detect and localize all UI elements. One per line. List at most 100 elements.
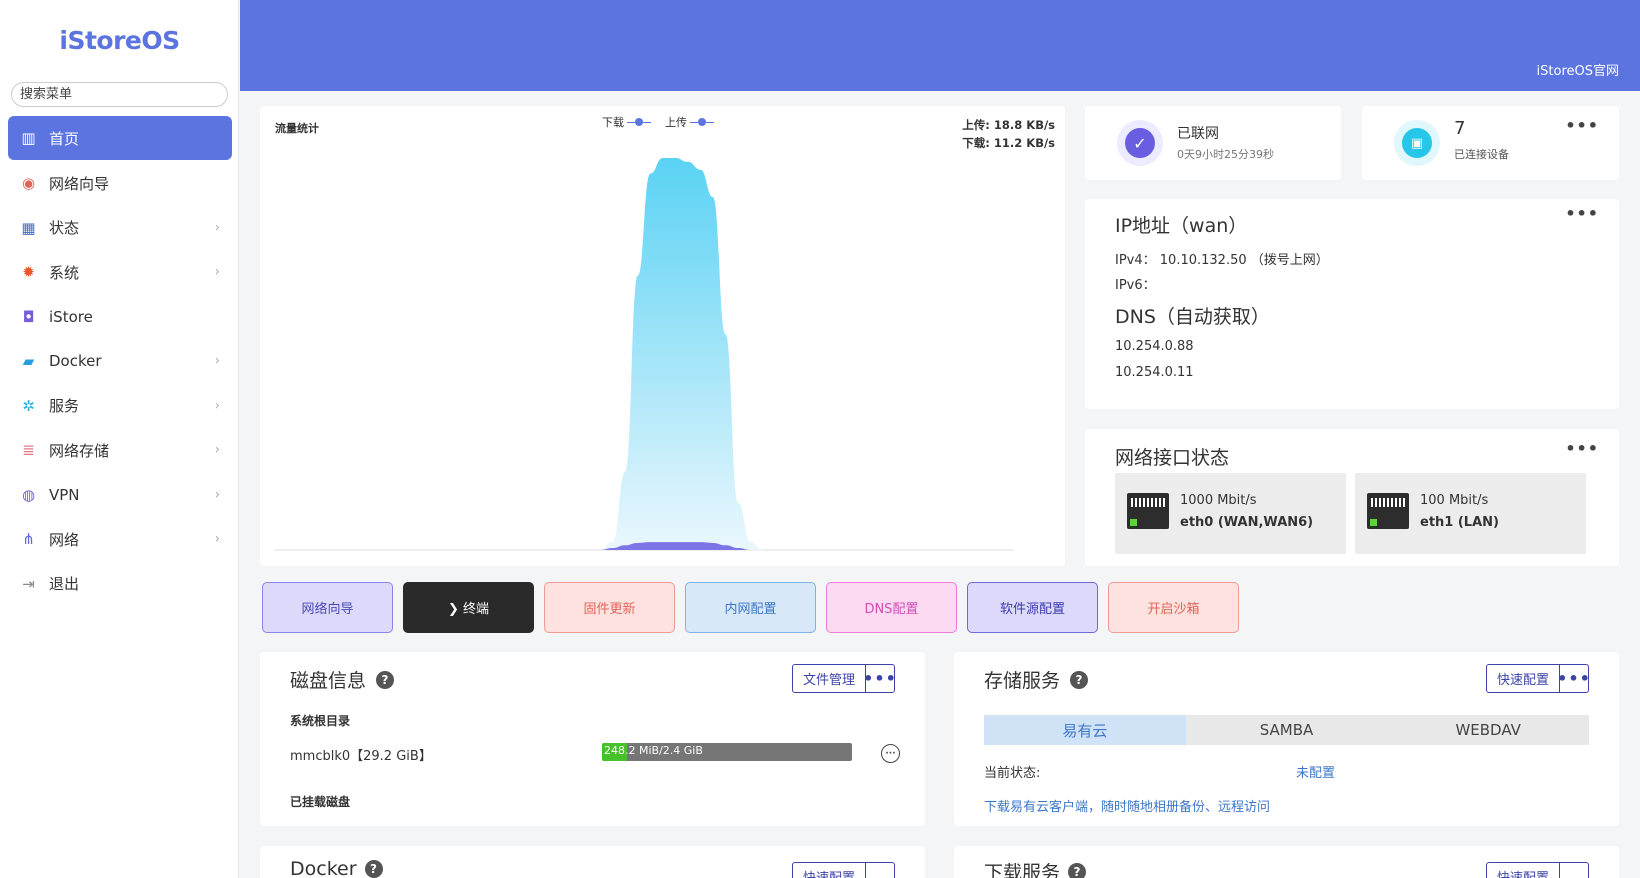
disk-options-icon[interactable]: ··· [881, 744, 900, 763]
port-eth1[interactable]: 100 Mbit/s eth1 (LAN) [1355, 473, 1586, 554]
vpn-icon: ◍ [21, 485, 36, 504]
download-title: 下载服务 [984, 862, 1061, 878]
connection-status: 已联网 [1177, 126, 1219, 142]
sidebar-item-label: 网络 [49, 530, 80, 549]
current-status-label: 当前状态: [984, 766, 1041, 781]
devices-count: 7 [1454, 118, 1466, 139]
disk-more-button[interactable]: ••• [863, 665, 896, 692]
app-logo[interactable]: iStoreOS [0, 26, 239, 55]
disk-actions: 文件管理 ••• [791, 664, 896, 693]
sidebar-item-0[interactable]: ▥ 首页 [8, 116, 232, 160]
tab-webdav[interactable]: WEBDAV [1387, 715, 1589, 745]
help-icon[interactable]: ? [364, 860, 383, 878]
port-eth0[interactable]: 1000 Mbit/s eth0 (WAN,WAN6) [1115, 473, 1346, 554]
docker-more-button[interactable] [865, 863, 894, 878]
sidebar-menu: ▥ 首页 ◉ 网络向导 ▦ 状态 › ✹ 系统 › ◘ iStore ▰ Docker › ✲ 服务 › ≣ 网络存储… [8, 116, 232, 606]
disk-device: mmcblk0【29.2 GiB】 [290, 749, 432, 764]
official-site-link[interactable]: iStoreOS官网 [1537, 60, 1619, 79]
download-service-card: 下载服务? 快速配置 [954, 846, 1619, 878]
ip-more-icon[interactable]: ••• [1565, 204, 1599, 223]
quick-button-1[interactable]: ❯ 终端 [403, 582, 534, 633]
upload-rate: 上传: 18.8 KB/s [962, 118, 1055, 132]
help-icon[interactable]: ? [1068, 862, 1087, 878]
not-configured-link[interactable]: 未配置 [1296, 762, 1335, 781]
mounted-disk-label: 已挂载磁盘 [290, 795, 351, 809]
sidebar-item-8[interactable]: ◍ VPN › [8, 473, 232, 518]
sidebar-item-2[interactable]: ▦ 状态 › [8, 206, 232, 251]
download-quick-config-button[interactable]: 快速配置 [1487, 863, 1559, 878]
sidebar-item-7[interactable]: ≣ 网络存储 › [8, 428, 232, 473]
sidebar-item-label: Docker [49, 352, 102, 371]
tab-samba[interactable]: SAMBA [1186, 715, 1388, 745]
legend-upload-marker [690, 117, 714, 127]
sidebar-item-label: 网络向导 [49, 174, 110, 193]
file-manager-button[interactable]: 文件管理 [793, 665, 865, 692]
storage-more-button[interactable]: ••• [1557, 665, 1590, 692]
port-speed: 1000 Mbit/s [1180, 493, 1257, 508]
shopping-bag-icon: ◘ [22, 307, 35, 326]
disk-title: 磁盘信息 [290, 670, 367, 692]
sidebar-item-6[interactable]: ✲ 服务 › [8, 384, 232, 429]
ethernet-port-icon [1367, 493, 1409, 529]
storage-tabs: 易有云 SAMBA WEBDAV [984, 715, 1589, 745]
dns-primary: 10.254.0.88 [1115, 339, 1194, 354]
dashboard-icon: ▦ [21, 218, 36, 237]
sidebar-item-3[interactable]: ✹ 系统 › [8, 250, 232, 295]
sidebar-item-label: 系统 [49, 263, 80, 282]
sidebar-item-4[interactable]: ◘ iStore [8, 295, 232, 340]
legend-download-marker [627, 117, 651, 127]
chevron-right-icon: › [214, 531, 220, 547]
sidebar-item-5[interactable]: ▰ Docker › [8, 339, 232, 384]
sidebar-item-label: 退出 [49, 575, 80, 594]
disk-usage-bar: 248.2 MiB/2.4 GiB [602, 743, 852, 761]
sidebar-item-1[interactable]: ◉ 网络向导 [8, 161, 232, 206]
docker-quick-config-button[interactable]: 快速配置 [793, 863, 865, 878]
docker-actions: 快速配置 [791, 862, 895, 878]
quick-button-0[interactable]: 网络向导 [262, 582, 393, 633]
devices-label: 已连接设备 [1454, 148, 1509, 161]
devices-card: ▣ 7 已连接设备 ••• [1362, 106, 1619, 180]
dns-secondary: 10.254.0.11 [1115, 365, 1194, 380]
help-icon[interactable]: ? [1070, 670, 1089, 689]
interface-more-icon[interactable]: ••• [1565, 439, 1599, 458]
download-client-link[interactable]: 下载易有云客户端，随时随地相册备份、远程访问 [984, 796, 1270, 815]
sidebar-item-label: 服务 [49, 397, 80, 416]
chart-legend: 下载 上传 [602, 114, 714, 130]
interface-title: 网络接口状态 [1115, 447, 1230, 469]
sidebar-item-label: 首页 [49, 129, 80, 148]
storage-service-card: 存储服务 ? 快速配置 ••• 易有云 SAMBA WEBDAV 当前状态: 未… [954, 652, 1619, 826]
disk-usage-text: 248.2 MiB/2.4 GiB [604, 744, 703, 757]
ip-address-card: IP地址（wan） ••• IPv4： 10.10.132.50 （拨号上网） … [1085, 199, 1619, 409]
quick-config-button[interactable]: 快速配置 [1487, 665, 1559, 692]
quick-button-4[interactable]: DNS配置 [826, 582, 957, 633]
ethernet-port-icon [1127, 493, 1169, 529]
sidebar-item-10[interactable]: ⇥ 退出 [8, 562, 232, 607]
legend-download[interactable]: 下载 [602, 114, 651, 130]
chevron-right-icon: › [214, 442, 220, 458]
chevron-right-icon: › [214, 487, 220, 503]
disk-info-card: 磁盘信息 ? 文件管理 ••• 系统根目录 mmcblk0【29.2 GiB】 … [260, 652, 925, 826]
ipv4-row: IPv4： 10.10.132.50 （拨号上网） [1115, 249, 1329, 268]
download-more-button[interactable] [1559, 863, 1588, 878]
search-menu-input[interactable] [11, 82, 228, 107]
ipv4-label: IPv4： [1115, 253, 1156, 268]
quick-button-2[interactable]: 固件更新 [544, 582, 675, 633]
sidebar-item-9[interactable]: ⋔ 网络 › [8, 517, 232, 562]
quick-button-6[interactable]: 开启沙箱 [1108, 582, 1239, 633]
quick-button-3[interactable]: 内网配置 [685, 582, 816, 633]
upload-area [274, 542, 1014, 550]
devices-icon: ▣ [1394, 120, 1440, 166]
sidebar-item-label: VPN [49, 485, 80, 504]
quick-button-5[interactable]: 软件源配置 [967, 582, 1098, 633]
help-icon[interactable]: ? [376, 670, 395, 689]
legend-upload[interactable]: 上传 [665, 114, 714, 130]
ipv4-value: 10.10.132.50 （拨号上网） [1159, 253, 1329, 268]
database-icon: ≣ [22, 441, 35, 460]
devices-more-icon[interactable]: ••• [1565, 116, 1599, 135]
sidebar-item-label: 网络存储 [49, 441, 110, 460]
chevron-right-icon: › [214, 398, 220, 414]
storage-title: 存储服务 [984, 670, 1061, 692]
check-icon: ✓ [1117, 120, 1163, 166]
ipv6-label: IPv6： [1115, 278, 1156, 293]
tab-yiyouyun[interactable]: 易有云 [984, 715, 1186, 745]
